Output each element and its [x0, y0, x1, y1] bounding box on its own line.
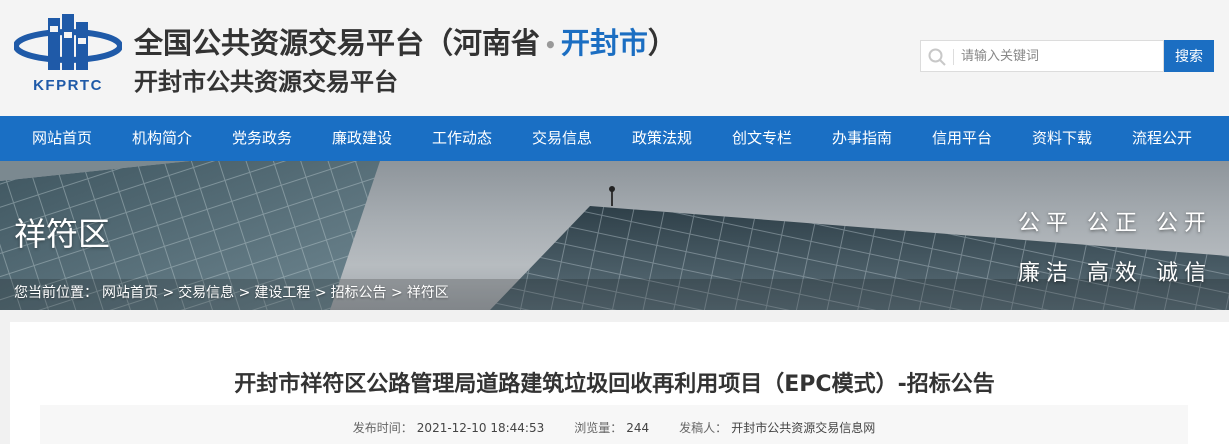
- nav-item-home[interactable]: 网站首页: [32, 116, 92, 161]
- views-label: 浏览量：: [574, 421, 623, 435]
- platform-title-dot: •: [544, 33, 557, 57]
- breadcrumb-link-trading-info[interactable]: 交易信息: [178, 285, 234, 301]
- nav-item-downloads[interactable]: 资料下载: [1032, 116, 1092, 161]
- platform-subtitle: 开封市公共资源交易平台: [134, 68, 398, 96]
- views-count: 244: [626, 421, 650, 435]
- breadcrumb-separator: >: [391, 285, 403, 301]
- nav-item-policies[interactable]: 政策法规: [632, 116, 692, 161]
- search-divider: [953, 49, 954, 65]
- main-nav: 网站首页 机构简介 党务政务 廉政建设 工作动态 交易信息 政策法规 创文专栏 …: [0, 116, 1229, 161]
- article-title: 开封市祥符区公路管理局道路建筑垃圾回收再利用项目（EPC模式）-招标公告: [234, 372, 995, 397]
- platform-title-suffix: ）: [647, 26, 677, 60]
- breadcrumb-prefix: 您当前位置：: [14, 285, 98, 301]
- nav-item-integrity[interactable]: 廉政建设: [332, 116, 392, 161]
- nav-item-news[interactable]: 工作动态: [432, 116, 492, 161]
- nav-item-party-affairs[interactable]: 党务政务: [232, 116, 292, 161]
- nav-item-civilization[interactable]: 创文专栏: [732, 116, 792, 161]
- nav-item-process[interactable]: 流程公开: [1132, 116, 1192, 161]
- article-meta: 发布时间： 2021-12-10 18:44:53 浏览量： 244 发稿人： 开封市公共…: [40, 419, 1188, 436]
- site-logo[interactable]: KFPRTC: [13, 14, 123, 96]
- slogan-line-1: 公平 公正 公开: [1018, 211, 1212, 236]
- search-button[interactable]: 搜索: [1164, 40, 1214, 72]
- nav-item-credit[interactable]: 信用平台: [932, 116, 992, 161]
- search-input[interactable]: [961, 45, 1157, 67]
- publish-time: 2021-12-10 18:44:53: [416, 421, 545, 435]
- logo-text: KFPRTC: [33, 77, 103, 94]
- slogan-line-2: 廉洁 高效 诚信: [1018, 261, 1212, 286]
- breadcrumb-separator: >: [238, 285, 251, 301]
- platform-title-prefix: 全国公共资源交易平台（河南省: [134, 26, 541, 60]
- nav-item-guide[interactable]: 办事指南: [832, 116, 892, 161]
- search-icon: [928, 48, 946, 66]
- logo-emblem-icon: [13, 14, 123, 70]
- breadcrumb-link-construction[interactable]: 建设工程: [254, 285, 310, 301]
- site-header: KFPRTC 全国公共资源交易平台（河南省•开封市） 开封市公共资源交易平台 搜…: [0, 0, 1229, 116]
- publish-time-label: 发布时间：: [352, 421, 413, 435]
- page-banner: 祥符区 公平 公正 公开 廉洁 高效 诚信 您当前位置： 网站首页 > 交易信息 >…: [0, 161, 1229, 310]
- section-title: 祥符区: [14, 215, 111, 253]
- breadcrumb-separator: >: [314, 285, 327, 301]
- breadcrumb-separator: >: [162, 285, 175, 301]
- search-box: [920, 40, 1164, 72]
- nav-item-about[interactable]: 机构简介: [132, 116, 192, 161]
- nav-item-trading-info[interactable]: 交易信息: [532, 116, 592, 161]
- breadcrumb-link-home[interactable]: 网站首页: [102, 285, 158, 301]
- article-meta-bar: 发布时间： 2021-12-10 18:44:53 浏览量： 244 发稿人： 开封市公共…: [40, 405, 1188, 444]
- publisher-label: 发稿人：: [679, 421, 728, 435]
- breadcrumb-link-district[interactable]: 祥符区: [407, 285, 449, 301]
- platform-title-city: 开封市: [560, 26, 648, 60]
- publisher-name: 开封市公共资源交易信息网: [731, 421, 876, 435]
- breadcrumb-link-tender-notice[interactable]: 招标公告: [331, 285, 387, 301]
- breadcrumb: 您当前位置： 网站首页 > 交易信息 > 建设工程 > 招标公告 > 祥符区: [14, 282, 449, 302]
- platform-title: 全国公共资源交易平台（河南省 • 开封市）: [134, 20, 677, 62]
